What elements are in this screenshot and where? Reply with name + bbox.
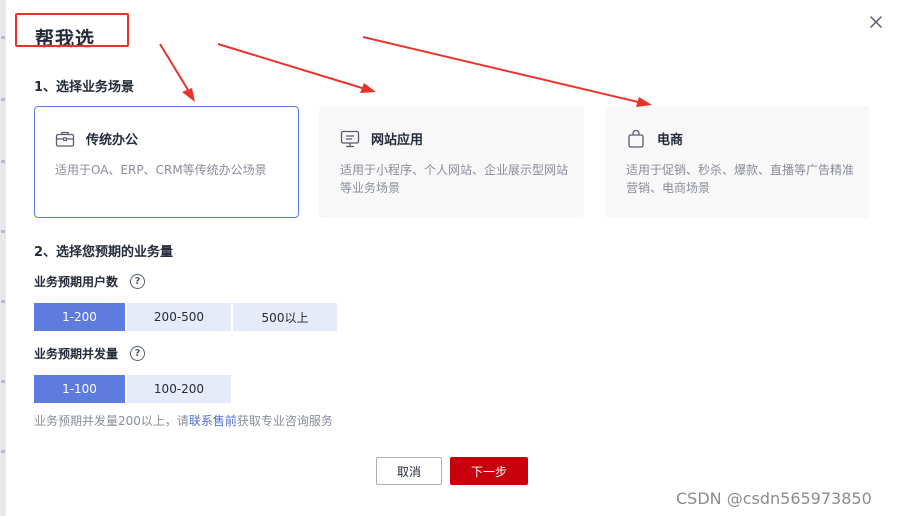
- help-icon[interactable]: ?: [130, 274, 146, 289]
- hint-text-before: 业务预期并发量200以上，请: [34, 414, 189, 428]
- scene-card-title: 网站应用: [371, 133, 424, 148]
- cancel-button[interactable]: 取消: [376, 457, 442, 485]
- scene-card-title: 电商: [657, 133, 684, 148]
- concurrency-segmented-control: 1-100 100-200: [34, 375, 231, 403]
- users-segmented-control: 1-200 200-500 500以上: [34, 303, 337, 331]
- section-title-volume: 2、选择您预期的业务量: [34, 245, 174, 260]
- concurrency-label-text: 业务预期并发量: [34, 347, 119, 361]
- annotation-arrowhead-1: [182, 88, 195, 102]
- watermark: CSDN @csdn565973850: [676, 489, 872, 508]
- next-step-button[interactable]: 下一步: [450, 457, 528, 485]
- users-option-200-500[interactable]: 200-500: [127, 303, 231, 331]
- scene-card-website[interactable]: 网站应用 适用于小程序、个人网站、企业展示型网站等业务场景: [319, 106, 584, 218]
- shopping-bag-icon: [628, 129, 644, 148]
- title-annotation-box: [15, 13, 129, 47]
- users-option-1-200[interactable]: 1-200: [34, 303, 125, 331]
- close-icon[interactable]: [866, 12, 886, 32]
- scene-card-ecommerce[interactable]: 电商 适用于促销、秒杀、爆款、直播等广告精准营销、电商场景: [605, 106, 870, 218]
- concurrency-hint: 业务预期并发量200以上，请联系售前获取专业咨询服务: [34, 412, 333, 429]
- users-option-500-plus[interactable]: 500以上: [233, 303, 337, 331]
- section-title-scene: 1、选择业务场景: [34, 80, 135, 95]
- annotation-arrow-3: [362, 36, 639, 103]
- hint-text-after: 获取专业咨询服务: [236, 414, 333, 428]
- users-field-label: 业务预期用户数 ?: [34, 273, 146, 290]
- concurrency-field-label: 业务预期并发量 ?: [34, 345, 146, 362]
- concurrency-option-1-100[interactable]: 1-100: [34, 375, 125, 403]
- background-page-edge: [0, 0, 6, 516]
- users-label-text: 业务预期用户数: [34, 275, 119, 289]
- scene-card-desc: 适用于促销、秒杀、爆款、直播等广告精准营销、电商场景: [626, 163, 855, 195]
- scene-card-title: 传统办公: [86, 133, 139, 148]
- scene-card-office[interactable]: 传统办公 适用于OA、ERP、CRM等传统办公场景: [34, 106, 299, 218]
- annotation-arrow-2: [217, 43, 363, 89]
- briefcase-icon: [55, 131, 75, 147]
- annotation-arrowhead-2: [360, 83, 376, 93]
- help-icon[interactable]: ?: [130, 346, 146, 361]
- scene-card-desc: 适用于小程序、个人网站、企业展示型网站等业务场景: [340, 163, 569, 195]
- annotation-arrow-1: [159, 43, 189, 91]
- contact-presales-link[interactable]: 联系售前: [189, 414, 237, 428]
- concurrency-option-100-200[interactable]: 100-200: [127, 375, 231, 403]
- scene-card-desc: 适用于OA、ERP、CRM等传统办公场景: [55, 163, 267, 177]
- monitor-icon: [340, 130, 360, 147]
